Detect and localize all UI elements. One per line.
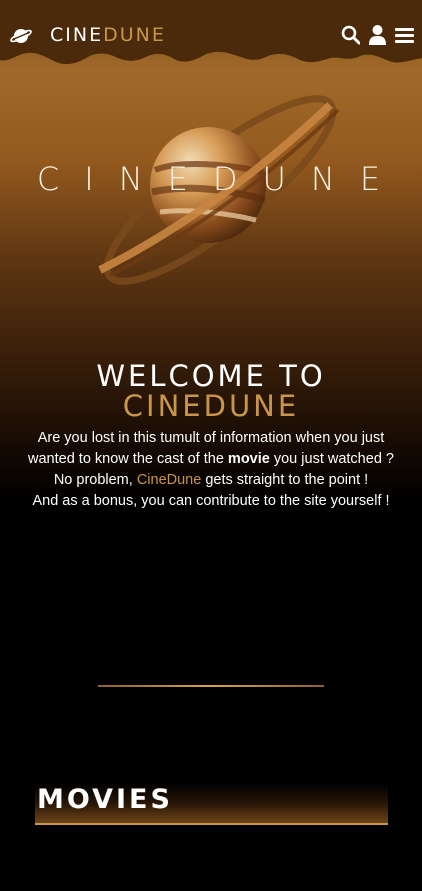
brand-logo-text[interactable]: CINEDUNE (50, 24, 166, 46)
intro-text-2b: gets straight to the point ! (201, 472, 369, 488)
user-icon[interactable] (368, 24, 387, 46)
intro-text-1b: you just watched ? (269, 451, 394, 467)
planet-logo-icon[interactable] (10, 26, 32, 46)
intro-text-2a: No problem, (53, 472, 137, 488)
brand-text-cine: CINE (50, 24, 104, 46)
top-navbar: CINEDUNE (0, 0, 422, 74)
intro-paragraph: Are you lost in this tumult of informati… (28, 428, 394, 512)
menu-icon[interactable] (395, 24, 414, 46)
intro-text-movie: movie (227, 451, 270, 467)
brand-text-dune: DUNE (103, 24, 166, 46)
hero-title: CINEDUNE (36, 160, 406, 198)
welcome-line-1: WELCOME TO (96, 359, 326, 393)
search-icon[interactable] (341, 24, 361, 46)
movies-section-title: MOVIES (37, 784, 173, 815)
intro-line-3: And as a bonus, you can contribute to th… (32, 493, 390, 509)
movies-section-header: MOVIES (35, 784, 388, 825)
intro-line-1: Are you lost in this tumult of informati… (28, 428, 394, 470)
section-divider (98, 685, 324, 687)
intro-text-cinedune: CineDune (136, 472, 202, 488)
intro-line-2: No problem, CineDune gets straight to th… (28, 470, 394, 491)
header-actions (341, 24, 414, 46)
welcome-line-2: CINEDUNE (122, 389, 300, 423)
welcome-heading: WELCOME TO CINEDUNE (0, 359, 422, 423)
